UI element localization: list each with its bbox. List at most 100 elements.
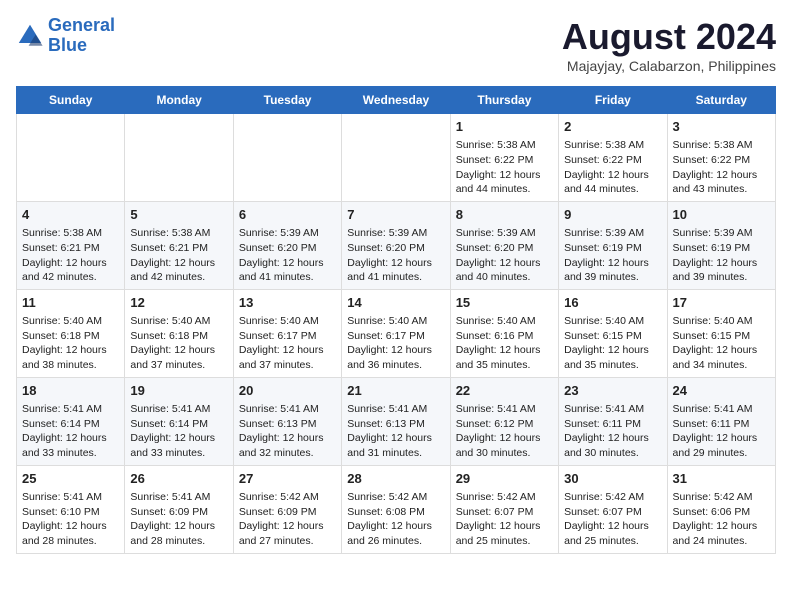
calendar-cell: 11Sunrise: 5:40 AMSunset: 6:18 PMDayligh…	[17, 289, 125, 377]
day-info: Sunrise: 5:39 AM	[239, 226, 336, 241]
day-info: Daylight: 12 hours	[130, 431, 227, 446]
weekday-header-wednesday: Wednesday	[342, 87, 450, 114]
day-info: and 32 minutes.	[239, 446, 336, 461]
calendar-cell: 22Sunrise: 5:41 AMSunset: 6:12 PMDayligh…	[450, 377, 558, 465]
calendar-cell	[342, 114, 450, 202]
calendar-cell	[125, 114, 233, 202]
day-info: and 40 minutes.	[456, 270, 553, 285]
calendar-cell: 16Sunrise: 5:40 AMSunset: 6:15 PMDayligh…	[559, 289, 667, 377]
day-info: and 42 minutes.	[130, 270, 227, 285]
calendar-cell: 14Sunrise: 5:40 AMSunset: 6:17 PMDayligh…	[342, 289, 450, 377]
day-info: Sunset: 6:17 PM	[347, 329, 444, 344]
logo-text: General Blue	[48, 16, 115, 56]
weekday-header-thursday: Thursday	[450, 87, 558, 114]
day-info: Sunrise: 5:40 AM	[239, 314, 336, 329]
day-info: and 25 minutes.	[456, 534, 553, 549]
day-info: Daylight: 12 hours	[22, 343, 119, 358]
calendar-week-row: 4Sunrise: 5:38 AMSunset: 6:21 PMDaylight…	[17, 201, 776, 289]
day-info: Sunrise: 5:41 AM	[130, 402, 227, 417]
day-info: Sunrise: 5:42 AM	[456, 490, 553, 505]
calendar-week-row: 18 Sunrise: 5:41 AM Sunset: 6:14 PM Dayligh…	[17, 377, 776, 465]
calendar-cell: 29Sunrise: 5:42 AMSunset: 6:07 PMDayligh…	[450, 465, 558, 553]
day-number: 25	[22, 470, 119, 488]
day-info: and 35 minutes.	[456, 358, 553, 373]
day-info: Sunset: 6:21 PM	[22, 241, 119, 256]
day-info: and 38 minutes.	[22, 358, 119, 373]
day-info: Daylight: 12 hours	[22, 519, 119, 534]
day-info: Sunrise: 5:40 AM	[347, 314, 444, 329]
day-number: 18	[22, 382, 119, 400]
day-info: Sunset: 6:09 PM	[239, 505, 336, 520]
day-number: 12	[130, 294, 227, 312]
day-info: Daylight: 12 hours	[347, 256, 444, 271]
calendar-cell: 7Sunrise: 5:39 AMSunset: 6:20 PMDaylight…	[342, 201, 450, 289]
calendar-cell: 2Sunrise: 5:38 AMSunset: 6:22 PMDaylight…	[559, 114, 667, 202]
page-subtitle: Majayjay, Calabarzon, Philippines	[562, 58, 776, 74]
day-number: 17	[673, 294, 770, 312]
day-info: Daylight: 12 hours	[564, 431, 661, 446]
day-number: 27	[239, 470, 336, 488]
calendar-cell: 21Sunrise: 5:41 AMSunset: 6:13 PMDayligh…	[342, 377, 450, 465]
day-number: 23	[564, 382, 661, 400]
day-info: and 41 minutes.	[239, 270, 336, 285]
day-number: 30	[564, 470, 661, 488]
title-block: August 2024 Majayjay, Calabarzon, Philip…	[562, 16, 776, 74]
calendar-cell: 25 Sunrise: 5:41 AMSunset: 6:10 PMDayligh…	[17, 465, 125, 553]
day-info: Daylight: 12 hours	[456, 343, 553, 358]
day-info: Sunrise: 5:38 AM	[673, 138, 770, 153]
day-info: Daylight: 12 hours	[564, 168, 661, 183]
day-number: 7	[347, 206, 444, 224]
day-info: and 31 minutes.	[347, 446, 444, 461]
day-number: 20	[239, 382, 336, 400]
calendar-cell: 12Sunrise: 5:40 AMSunset: 6:18 PMDayligh…	[125, 289, 233, 377]
day-info: Sunset: 6:22 PM	[456, 153, 553, 168]
calendar-table: SundayMondayTuesdayWednesdayThursdayFrid…	[16, 86, 776, 554]
day-info: and 37 minutes.	[130, 358, 227, 373]
day-info: Sunrise: 5:41 AM	[130, 490, 227, 505]
day-info: Sunset: 6:20 PM	[347, 241, 444, 256]
page-header: General Blue August 2024 Majayjay, Calab…	[16, 16, 776, 74]
weekday-header-friday: Friday	[559, 87, 667, 114]
day-info: Daylight: 12 hours	[347, 343, 444, 358]
day-info: Sunrise: 5:38 AM	[130, 226, 227, 241]
logo: General Blue	[16, 16, 115, 56]
calendar-cell	[233, 114, 341, 202]
day-info: Sunset: 6:19 PM	[564, 241, 661, 256]
day-info: Sunrise: 5:42 AM	[564, 490, 661, 505]
day-info: and 33 minutes.	[22, 446, 119, 461]
day-info: Sunset: 6:13 PM	[347, 417, 444, 432]
day-info: Daylight: 12 hours	[456, 168, 553, 183]
day-info: and 28 minutes.	[22, 534, 119, 549]
calendar-cell: 24Sunrise: 5:41 AMSunset: 6:11 PMDayligh…	[667, 377, 775, 465]
day-info: Sunset: 6:06 PM	[673, 505, 770, 520]
day-info: Sunrise: 5:41 AM	[456, 402, 553, 417]
day-info: Daylight: 12 hours	[239, 343, 336, 358]
day-info: and 39 minutes.	[564, 270, 661, 285]
day-info: Sunrise: 5:38 AM	[564, 138, 661, 153]
day-number: 6	[239, 206, 336, 224]
day-number: 24	[673, 382, 770, 400]
calendar-cell: 15Sunrise: 5:40 AMSunset: 6:16 PMDayligh…	[450, 289, 558, 377]
day-info: and 44 minutes.	[456, 182, 553, 197]
day-info: Sunset: 6:14 PM	[22, 417, 119, 432]
calendar-cell: 18Sunrise: 5:41 AMSunset: 6:14 PMDayligh…	[17, 377, 125, 465]
day-number: 22	[456, 382, 553, 400]
logo-icon	[16, 22, 44, 50]
day-info: Daylight: 12 hours	[673, 168, 770, 183]
day-info: Daylight: 12 hours	[239, 256, 336, 271]
calendar-week-row: 11Sunrise: 5:40 AMSunset: 6:18 PMDayligh…	[17, 289, 776, 377]
day-info: Sunrise: 5:39 AM	[673, 226, 770, 241]
day-number: 15	[456, 294, 553, 312]
day-info: Sunset: 6:22 PM	[673, 153, 770, 168]
day-info: Sunset: 6:10 PM	[22, 505, 119, 520]
day-info: Sunrise: 5:41 AM	[22, 490, 119, 505]
calendar-cell: 9Sunrise: 5:39 AMSunset: 6:19 PMDaylight…	[559, 201, 667, 289]
day-info: Sunrise: 5:42 AM	[239, 490, 336, 505]
day-number: 11	[22, 294, 119, 312]
day-info: Sunset: 6:21 PM	[130, 241, 227, 256]
calendar-cell: 30Sunrise: 5:42 AMSunset: 6:07 PMDayligh…	[559, 465, 667, 553]
day-info: Sunset: 6:19 PM	[673, 241, 770, 256]
day-info: Daylight: 12 hours	[564, 343, 661, 358]
day-number: 28	[347, 470, 444, 488]
day-info: Sunrise: 5:38 AM	[22, 226, 119, 241]
